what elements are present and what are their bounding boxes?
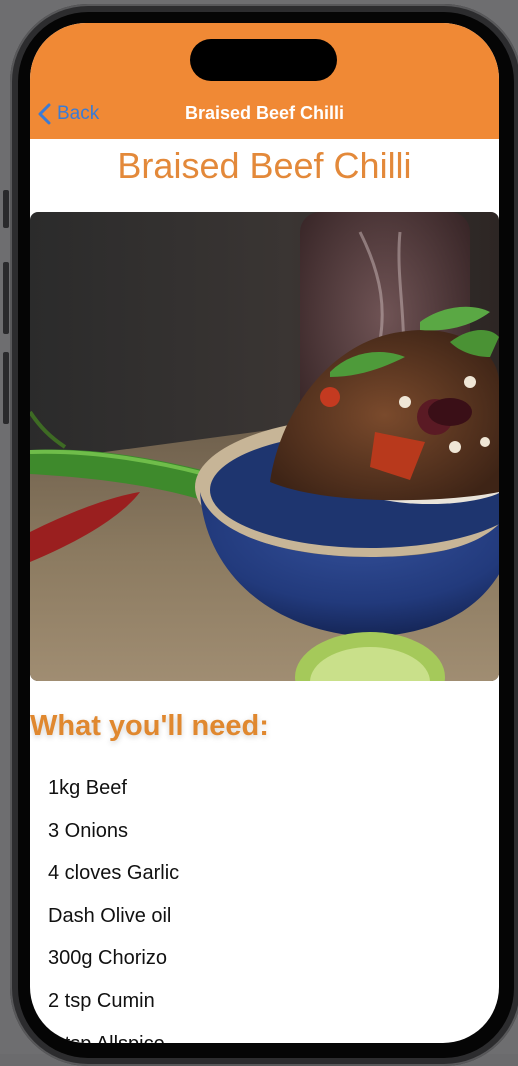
list-item: 3 Onions [48,819,129,842]
list-item: 300g Chorizo [48,947,167,970]
ingredients-heading: What you'll need: [30,710,269,742]
list-item: 4 cloves Garlic [48,862,180,885]
mute-switch [3,190,9,228]
list-item: 2 tsp Cumin [48,989,155,1012]
list-item: 1 tsp Allspice [48,1033,179,1043]
navigation-bar: Back Braised Beef Chilli [30,23,499,139]
list-item: 1kg Beef [48,777,127,799]
recipe-photo [30,212,499,681]
ingredients-list: 1kg Beef 3 Onions 4 cloves Garlic Dash O… [48,777,179,1043]
page-title: Braised Beef Chilli [117,145,412,186]
volume-down-button [3,352,9,424]
dynamic-island [190,39,337,81]
chilli-bowl-photo-icon [30,212,499,681]
nav-title: Braised Beef Chilli [184,103,345,123]
list-item: Dash Olive oil [48,904,172,927]
screen: Back Braised Beef Chilli Braised Beef Ch… [30,23,499,1043]
volume-up-button [3,262,9,334]
